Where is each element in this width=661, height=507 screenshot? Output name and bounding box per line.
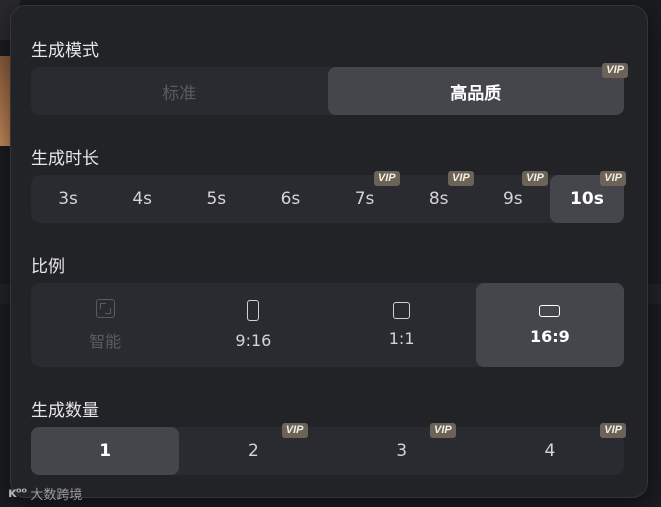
- ratio-option-label: 智能: [89, 331, 122, 351]
- duration-option-label: 9s: [502, 189, 523, 209]
- vip-badge: VIP: [281, 423, 308, 438]
- count-option-1[interactable]: 1: [31, 427, 180, 475]
- count-option-label: 3: [396, 441, 408, 461]
- landscape-ratio-icon: [539, 304, 561, 317]
- duration-selector: 3s 4s 5s 6s 7s VIP 8s VIP 9s VIP 10s VIP: [31, 171, 626, 223]
- duration-option-5s[interactable]: 5s: [179, 175, 253, 223]
- duration-option-3s[interactable]: 3s: [31, 175, 105, 223]
- duration-option-10s[interactable]: 10s VIP: [549, 171, 626, 223]
- mode-option-label: 高品质: [450, 83, 502, 104]
- ratio-section-title: 比例: [31, 257, 65, 277]
- duration-option-7s[interactable]: 7s VIP: [328, 171, 402, 223]
- background-thumbnail: [0, 56, 10, 146]
- count-selector: 1 2 VIP 3 VIP 4 VIP: [31, 423, 626, 475]
- square-ratio-icon: [393, 302, 411, 319]
- count-section-title: 生成数量: [31, 401, 99, 421]
- mode-section-title: 生成模式: [31, 41, 99, 61]
- count-option-3[interactable]: 3 VIP: [328, 423, 476, 475]
- ratio-option-label: 9:16: [235, 331, 272, 350]
- ratio-option-16-9[interactable]: 16:9: [475, 283, 624, 367]
- duration-option-label: 6s: [280, 189, 301, 209]
- smart-ratio-icon: [95, 298, 115, 318]
- count-option-2[interactable]: 2 VIP: [179, 423, 327, 475]
- generation-settings-popover: 生成模式 标准 高品质 VIP 生成时长 3s 4s 5s 6s 7s VIP …: [10, 5, 648, 498]
- ratio-option-smart[interactable]: 智能: [31, 283, 179, 367]
- count-option-4[interactable]: 4 VIP: [476, 423, 626, 475]
- duration-option-8s[interactable]: 8s VIP: [402, 171, 476, 223]
- count-option-label: 1: [99, 441, 112, 461]
- duration-option-9s[interactable]: 9s VIP: [476, 171, 550, 223]
- duration-option-label: 10s: [570, 189, 604, 209]
- duration-option-label: 8s: [428, 189, 449, 209]
- ratio-option-label: 16:9: [529, 326, 570, 346]
- ratio-option-label: 1:1: [388, 329, 415, 348]
- mode-selector: 标准 高品质 VIP: [31, 63, 628, 115]
- vip-badge: VIP: [602, 63, 628, 78]
- ratio-option-1-1[interactable]: 1:1: [328, 283, 476, 367]
- vip-badge: VIP: [522, 171, 548, 186]
- duration-section-title: 生成时长: [31, 149, 99, 169]
- vip-badge: VIP: [373, 171, 400, 186]
- count-option-label: 4: [544, 441, 556, 461]
- duration-option-4s[interactable]: 4s: [105, 175, 179, 223]
- mode-option-standard[interactable]: 标准: [31, 67, 328, 115]
- mode-option-label: 标准: [162, 83, 197, 104]
- ratio-option-9-16[interactable]: 9:16: [179, 283, 327, 367]
- duration-option-6s[interactable]: 6s: [253, 175, 327, 223]
- duration-option-label: 7s: [354, 189, 375, 209]
- portrait-ratio-icon: [247, 300, 260, 321]
- duration-option-label: 4s: [132, 189, 153, 209]
- count-option-label: 2: [247, 441, 259, 461]
- watermark-text: 大数跨境: [30, 488, 83, 503]
- watermark-logo: ᴋᵒᵒ: [8, 486, 27, 501]
- vip-badge: VIP: [430, 423, 456, 438]
- vip-badge: VIP: [600, 171, 626, 186]
- ratio-selector: 智能 9:16 1:1 16:9: [31, 283, 624, 367]
- vip-badge: VIP: [448, 171, 474, 186]
- mode-option-high-quality[interactable]: 高品质 VIP: [327, 63, 628, 115]
- duration-option-label: 5s: [206, 189, 227, 209]
- watermark: ᴋᵒᵒ 大数跨境: [8, 484, 82, 503]
- vip-badge: VIP: [600, 423, 626, 438]
- duration-option-label: 3s: [58, 189, 78, 209]
